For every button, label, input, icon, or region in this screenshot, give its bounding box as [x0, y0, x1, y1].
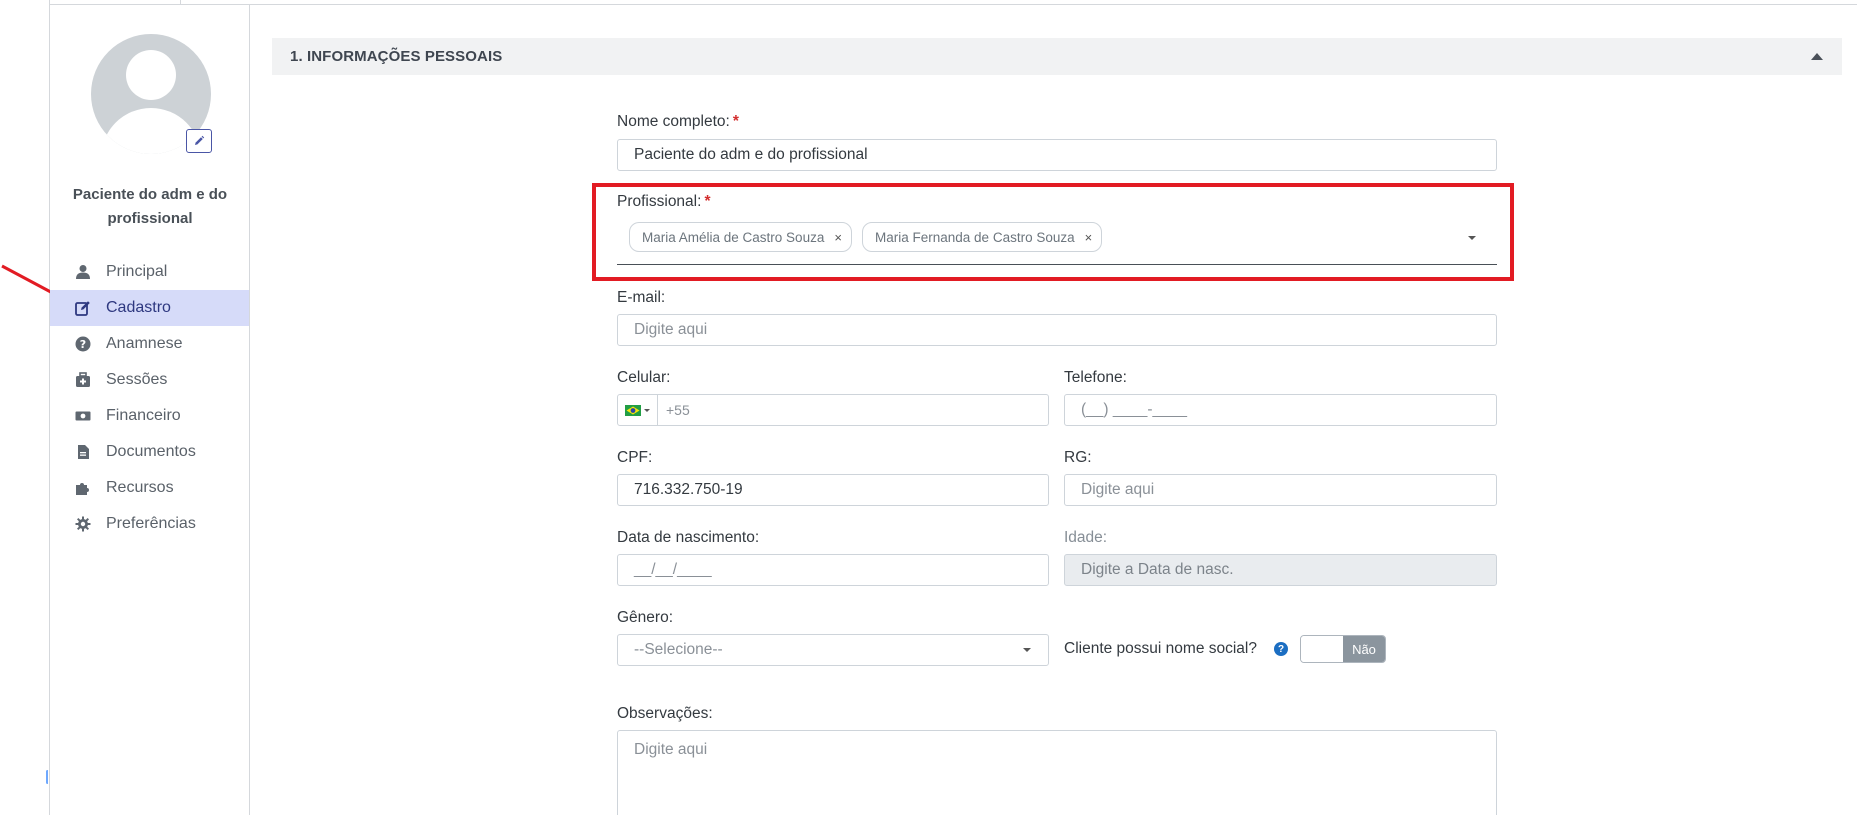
pencil-icon	[195, 135, 205, 145]
idade-label: Idade:	[1064, 529, 1108, 546]
toggle-label: Não	[1343, 636, 1385, 662]
brazil-flag-icon	[625, 404, 641, 416]
cpf-label: CPF:	[617, 449, 653, 466]
idade-input: Digite a Data de nasc.	[1064, 554, 1497, 586]
sidebar-item-label: Recursos	[106, 479, 174, 496]
sidebar: Paciente do adm e do profissional Princi…	[50, 5, 250, 815]
sidebar-item-recursos[interactable]: Recursos	[50, 470, 249, 506]
rg-input[interactable]: Digite aqui	[1064, 474, 1497, 506]
genero-selected: --Selecione--	[634, 641, 723, 658]
genero-label: Gênero:	[617, 609, 674, 626]
avatar-edit-button[interactable]	[186, 129, 212, 153]
gear-icon	[74, 515, 92, 533]
patient-name: Paciente do adm e do profissional	[72, 186, 228, 227]
profissional-select[interactable]: Maria Amélia de Castro Souza × Maria Fer…	[617, 220, 1497, 265]
email-input[interactable]: Digite aqui	[617, 314, 1497, 346]
edge-mark	[46, 770, 49, 784]
country-selector[interactable]	[618, 395, 658, 425]
question-circle-icon: ?	[74, 335, 92, 353]
edit-icon	[74, 299, 92, 317]
chip-remove-icon[interactable]: ×	[834, 230, 842, 245]
sidebar-item-documentos[interactable]: Documentos	[50, 434, 249, 470]
cpf-input[interactable]: 716.332.750-19	[617, 474, 1049, 506]
nome-label: Nome completo: *	[617, 113, 739, 130]
observacoes-label: Observações:	[617, 705, 713, 722]
section-header-personal-info[interactable]: 1. INFORMAÇÕES PESSOAIS	[272, 38, 1842, 75]
puzzle-icon	[74, 479, 92, 497]
profissional-label: Profissional: *	[617, 193, 711, 210]
sidebar-item-preferencias[interactable]: Preferências	[50, 506, 249, 542]
chip-label: Maria Amélia de Castro Souza	[642, 229, 825, 245]
telefone-input[interactable]: (__) ____-____	[1064, 394, 1497, 426]
frame-divider-top	[49, 4, 1857, 5]
sidebar-item-label: Preferências	[106, 515, 196, 532]
sidebar-menu: Principal Cadastro ? Anamnese Sessões Fi…	[50, 254, 249, 542]
sidebar-item-label: Sessões	[106, 371, 168, 388]
chip-professional: Maria Fernanda de Castro Souza ×	[862, 222, 1102, 252]
rg-label: RG:	[1064, 449, 1092, 466]
caret-up-icon[interactable]	[1810, 52, 1824, 62]
telefone-label: Telefone:	[1064, 369, 1127, 386]
money-icon	[74, 407, 92, 425]
sidebar-item-label: Financeiro	[106, 407, 181, 424]
sidebar-item-anamnese[interactable]: ? Anamnese	[50, 326, 249, 362]
sidebar-item-sessoes[interactable]: Sessões	[50, 362, 249, 398]
sidebar-item-financeiro[interactable]: Financeiro	[50, 398, 249, 434]
chip-label: Maria Fernanda de Castro Souza	[875, 229, 1075, 245]
nascimento-input[interactable]: __/__/____	[617, 554, 1049, 586]
chip-professional: Maria Amélia de Castro Souza ×	[629, 222, 852, 252]
sidebar-item-cadastro[interactable]: Cadastro	[50, 290, 249, 326]
observacoes-textarea[interactable]: Digite aqui	[617, 730, 1497, 815]
sidebar-item-principal[interactable]: Principal	[50, 254, 249, 290]
celular-placeholder: +55	[666, 402, 690, 418]
caret-down-icon	[644, 408, 650, 412]
section-title: 1. INFORMAÇÕES PESSOAIS	[290, 48, 503, 65]
celular-input[interactable]: +55	[617, 394, 1049, 426]
chip-remove-icon[interactable]: ×	[1085, 230, 1093, 245]
medkit-icon	[74, 371, 92, 389]
email-label: E-mail:	[617, 289, 666, 306]
chevron-down-icon	[1023, 648, 1031, 652]
nome-social-label: Cliente possui nome social?	[1064, 640, 1257, 657]
nome-social-toggle[interactable]: Não	[1300, 635, 1386, 663]
file-icon	[74, 443, 92, 461]
frame-tick	[180, 0, 181, 4]
sidebar-item-label: Anamnese	[106, 335, 183, 352]
genero-select[interactable]: --Selecione--	[617, 634, 1049, 666]
sidebar-item-label: Documentos	[106, 443, 196, 460]
user-icon	[74, 263, 92, 281]
chevron-down-icon[interactable]	[1467, 234, 1477, 242]
sidebar-item-label: Principal	[106, 263, 168, 280]
svg-text:?: ?	[80, 338, 86, 351]
nome-input[interactable]: Paciente do adm e do profissional	[617, 139, 1497, 171]
help-icon[interactable]: ?	[1274, 642, 1288, 656]
nascimento-label: Data de nascimento:	[617, 529, 760, 546]
sidebar-item-label: Cadastro	[106, 299, 171, 316]
toggle-handle	[1301, 636, 1343, 662]
page: Paciente do adm e do profissional Princi…	[0, 0, 1857, 815]
celular-label: Celular:	[617, 369, 671, 386]
